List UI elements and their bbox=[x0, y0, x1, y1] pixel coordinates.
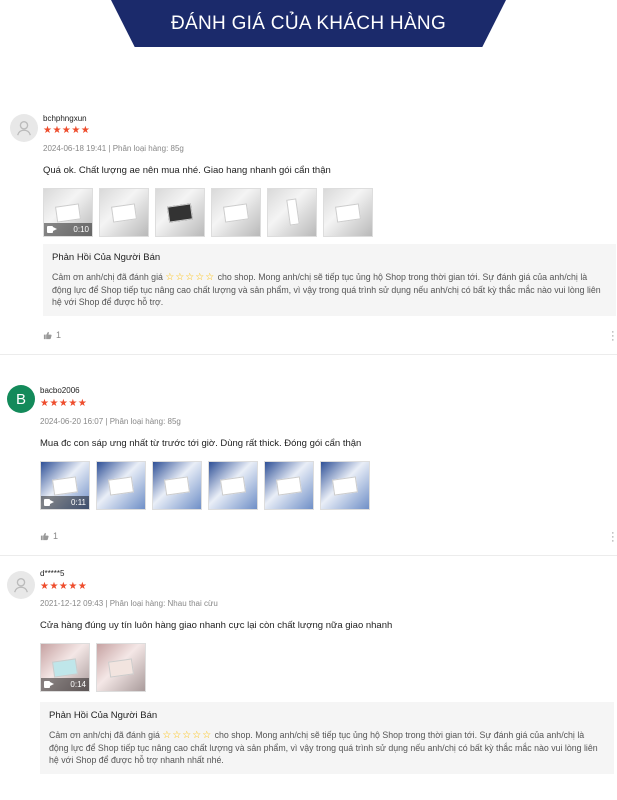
review-item: bchphngxun ★★★★★ 2024-06-18 19:41 | Phân… bbox=[0, 108, 617, 356]
photo-thumbnail[interactable] bbox=[320, 461, 370, 510]
seller-reply: Phản Hồi Của Người Bán Cảm ơn anh/chị đã… bbox=[40, 702, 614, 774]
review-comment: Mua đc con sáp ưng nhất từ trước tới giờ… bbox=[40, 438, 362, 449]
thumbs-up-icon bbox=[43, 331, 52, 339]
rating-stars: ★★★★★ bbox=[43, 125, 91, 136]
camera-icon bbox=[47, 226, 57, 233]
rating-stars: ★★★★★ bbox=[40, 398, 88, 409]
photo-thumbnail[interactable] bbox=[323, 188, 373, 237]
review-item: B bacbo2006 ★★★★★ 2024-06-20 16:07 | Phâ… bbox=[0, 383, 617, 558]
thumbs-up-icon bbox=[40, 532, 49, 540]
user-icon bbox=[17, 121, 31, 136]
media-gallery: 0:14 bbox=[40, 643, 146, 692]
video-duration: 0:14 bbox=[70, 680, 86, 689]
like-count: 1 bbox=[53, 531, 59, 541]
photo-thumbnail[interactable] bbox=[152, 461, 202, 510]
review-meta: 2021-12-12 09:43 | Phân loại hàng: Nhau … bbox=[40, 599, 218, 608]
review-meta: 2024-06-20 16:07 | Phân loại hàng: 85g bbox=[40, 417, 181, 426]
media-gallery: 0:11 bbox=[40, 461, 370, 510]
reviewer-name[interactable]: d*****5 bbox=[40, 569, 64, 578]
reply-title: Phản Hồi Của Người Bán bbox=[49, 710, 158, 721]
video-thumbnail[interactable]: 0:11 bbox=[40, 461, 90, 510]
divider bbox=[0, 354, 617, 355]
photo-thumbnail[interactable] bbox=[208, 461, 258, 510]
user-icon bbox=[14, 578, 28, 593]
video-thumbnail[interactable]: 0:14 bbox=[40, 643, 90, 692]
banner-title: ĐÁNH GIÁ CỦA KHÁCH HÀNG bbox=[170, 12, 447, 34]
rating-stars: ★★★★★ bbox=[40, 581, 88, 592]
camera-icon bbox=[44, 499, 54, 506]
photo-thumbnail[interactable] bbox=[267, 188, 317, 237]
camera-icon bbox=[44, 681, 54, 688]
reply-stars: ☆☆☆☆☆ bbox=[162, 730, 213, 741]
review-item: d*****5 ★★★★★ 2021-12-12 09:43 | Phân lo… bbox=[0, 565, 617, 800]
photo-thumbnail[interactable] bbox=[96, 643, 146, 692]
media-gallery: 0:10 bbox=[43, 188, 373, 237]
photo-thumbnail[interactable] bbox=[99, 188, 149, 237]
reply-text: Cảm ơn anh/chị đã đánh giá ☆☆☆☆☆ cho sho… bbox=[52, 272, 601, 307]
like-count: 1 bbox=[56, 330, 62, 340]
reply-stars: ☆☆☆☆☆ bbox=[165, 272, 216, 283]
divider bbox=[0, 555, 617, 556]
photo-thumbnail[interactable] bbox=[96, 461, 146, 510]
avatar[interactable] bbox=[7, 571, 35, 599]
review-meta: 2024-06-18 19:41 | Phân loại hàng: 85g bbox=[43, 144, 184, 153]
photo-thumbnail[interactable] bbox=[264, 461, 314, 510]
photo-thumbnail[interactable] bbox=[155, 188, 205, 237]
reply-text: Cảm ơn anh/chị đã đánh giá ☆☆☆☆☆ cho sho… bbox=[49, 730, 598, 765]
review-comment: Quá ok. Chất lượng ae nên mua nhé. Giao … bbox=[43, 165, 331, 176]
like-button[interactable]: 1 bbox=[43, 330, 61, 340]
more-vertical-icon[interactable]: · · · bbox=[611, 528, 615, 547]
video-duration: 0:10 bbox=[73, 225, 89, 234]
video-duration: 0:11 bbox=[71, 498, 86, 507]
video-thumbnail[interactable]: 0:10 bbox=[43, 188, 93, 237]
reviewer-name[interactable]: bchphngxun bbox=[43, 114, 87, 123]
avatar[interactable] bbox=[10, 114, 38, 142]
header-banner: ĐÁNH GIÁ CỦA KHÁCH HÀNG bbox=[111, 0, 506, 47]
avatar[interactable]: B bbox=[7, 385, 35, 413]
seller-reply: Phản Hồi Của Người Bán Cảm ơn anh/chị đã… bbox=[43, 244, 616, 316]
avatar-letter: B bbox=[15, 390, 26, 408]
like-button[interactable]: 1 bbox=[40, 531, 58, 541]
review-comment: Cửa hàng đúng uy tín luôn hàng giao nhan… bbox=[40, 620, 393, 631]
more-vertical-icon[interactable]: · · · bbox=[611, 327, 615, 346]
reviewer-name[interactable]: bacbo2006 bbox=[40, 386, 80, 395]
reply-title: Phản Hồi Của Người Bán bbox=[52, 252, 161, 263]
photo-thumbnail[interactable] bbox=[211, 188, 261, 237]
